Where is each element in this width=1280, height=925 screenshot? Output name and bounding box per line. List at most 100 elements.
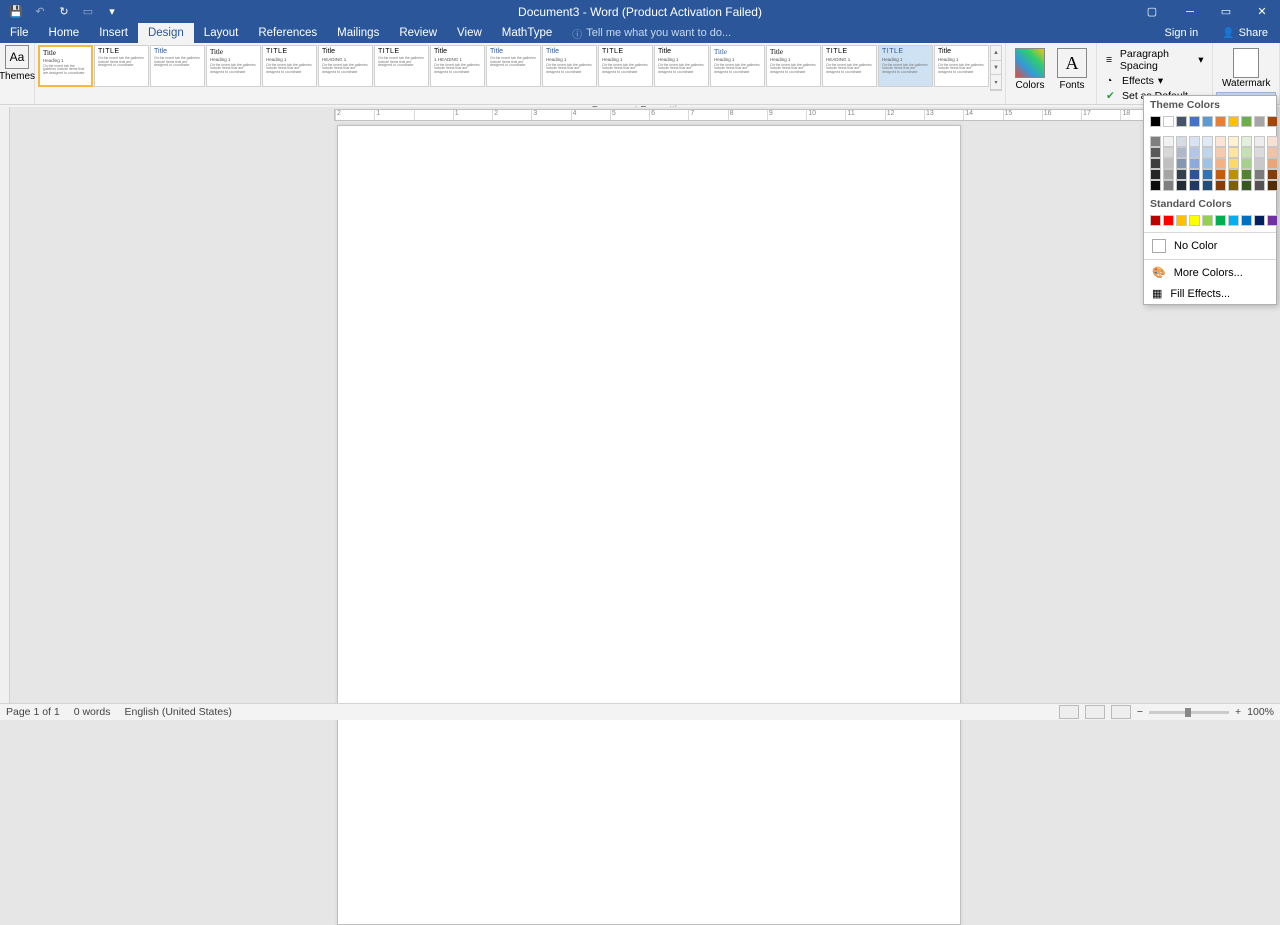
colors-button[interactable]: Colors — [1009, 45, 1051, 102]
style-set-item[interactable]: TITLEHeading 1On the insert tab the gall… — [878, 45, 933, 87]
print-layout-button[interactable] — [1085, 705, 1105, 719]
color-swatch[interactable] — [1267, 180, 1278, 191]
color-swatch[interactable] — [1241, 116, 1252, 127]
color-swatch[interactable] — [1228, 215, 1239, 226]
effects-button[interactable]: ◔Effects ▾ — [1104, 74, 1205, 88]
tab-home[interactable]: Home — [39, 23, 90, 43]
share-button[interactable]: Share — [1210, 23, 1280, 43]
tab-mailings[interactable]: Mailings — [327, 23, 389, 43]
style-set-item[interactable]: TitleHeading 1On the insert tab the gall… — [766, 45, 821, 87]
minimize-button[interactable]: ─ — [1172, 0, 1208, 23]
color-swatch[interactable] — [1215, 116, 1226, 127]
color-swatch[interactable] — [1189, 136, 1200, 147]
word-count[interactable]: 0 words — [74, 706, 111, 718]
page-indicator[interactable]: Page 1 of 1 — [6, 706, 60, 718]
color-swatch[interactable] — [1254, 147, 1265, 158]
color-swatch[interactable] — [1163, 169, 1174, 180]
color-swatch[interactable] — [1150, 180, 1161, 191]
themes-button[interactable]: Aa Themes — [3, 45, 31, 82]
style-set-item[interactable]: TITLEHeading 1On the insert tab the gall… — [598, 45, 653, 87]
undo-icon[interactable]: ↶ — [32, 4, 48, 20]
color-swatch[interactable] — [1267, 147, 1278, 158]
tab-mathtype[interactable]: MathType — [492, 23, 563, 43]
qat-customize-icon[interactable]: ▾ — [104, 4, 120, 20]
color-swatch[interactable] — [1254, 136, 1265, 147]
color-swatch[interactable] — [1228, 116, 1239, 127]
color-swatch[interactable] — [1163, 158, 1174, 169]
style-set-item[interactable]: TitleOn the insert tab the galleries inc… — [150, 45, 205, 87]
style-set-item[interactable]: TITLEHEADING 1On the insert tab the gall… — [822, 45, 877, 87]
color-swatch[interactable] — [1189, 147, 1200, 158]
color-swatch[interactable] — [1241, 147, 1252, 158]
zoom-out-button[interactable]: − — [1137, 706, 1143, 718]
language-indicator[interactable]: English (United States) — [124, 706, 231, 718]
document-page[interactable] — [337, 125, 961, 925]
color-swatch[interactable] — [1254, 169, 1265, 180]
color-swatch[interactable] — [1215, 136, 1226, 147]
color-swatch[interactable] — [1202, 136, 1213, 147]
paragraph-spacing-button[interactable]: ≡Paragraph Spacing ▾ — [1104, 47, 1205, 73]
color-swatch[interactable] — [1267, 169, 1278, 180]
color-swatch[interactable] — [1215, 158, 1226, 169]
color-swatch[interactable] — [1176, 136, 1187, 147]
color-swatch[interactable] — [1163, 147, 1174, 158]
color-swatch[interactable] — [1202, 116, 1213, 127]
color-swatch[interactable] — [1202, 180, 1213, 191]
watermark-button[interactable]: Watermark — [1216, 45, 1276, 92]
color-swatch[interactable] — [1241, 180, 1252, 191]
color-swatch[interactable] — [1254, 215, 1265, 226]
tab-layout[interactable]: Layout — [194, 23, 249, 43]
style-set-item[interactable]: TitleHeading 1On the insert tab the gall… — [38, 45, 93, 87]
color-swatch[interactable] — [1228, 147, 1239, 158]
color-swatch[interactable] — [1189, 180, 1200, 191]
web-layout-button[interactable] — [1111, 705, 1131, 719]
save-icon[interactable]: 💾 — [8, 4, 24, 20]
color-swatch[interactable] — [1241, 169, 1252, 180]
color-swatch[interactable] — [1254, 158, 1265, 169]
color-swatch[interactable] — [1267, 136, 1278, 147]
color-swatch[interactable] — [1241, 158, 1252, 169]
tab-insert[interactable]: Insert — [89, 23, 138, 43]
vertical-ruler[interactable] — [0, 107, 10, 703]
color-swatch[interactable] — [1202, 147, 1213, 158]
color-swatch[interactable] — [1150, 158, 1161, 169]
color-swatch[interactable] — [1163, 116, 1174, 127]
color-swatch[interactable] — [1267, 116, 1278, 127]
color-swatch[interactable] — [1228, 158, 1239, 169]
color-swatch[interactable] — [1189, 158, 1200, 169]
zoom-in-button[interactable]: + — [1235, 706, 1241, 718]
color-swatch[interactable] — [1150, 136, 1161, 147]
color-swatch[interactable] — [1189, 215, 1200, 226]
more-colors-item[interactable]: 🎨More Colors... — [1144, 262, 1276, 283]
color-swatch[interactable] — [1150, 215, 1161, 226]
close-button[interactable]: ✕ — [1244, 0, 1280, 23]
no-color-item[interactable]: No Color — [1144, 235, 1276, 257]
color-swatch[interactable] — [1228, 136, 1239, 147]
sign-in-link[interactable]: Sign in — [1153, 23, 1211, 43]
color-swatch[interactable] — [1228, 180, 1239, 191]
color-swatch[interactable] — [1189, 116, 1200, 127]
style-set-item[interactable]: TitleHeading 1On the insert tab the gall… — [934, 45, 989, 87]
zoom-level[interactable]: 100% — [1247, 706, 1274, 718]
color-swatch[interactable] — [1215, 147, 1226, 158]
zoom-slider[interactable] — [1149, 711, 1229, 714]
style-set-item[interactable]: TitleHeading 1On the insert tab the gall… — [654, 45, 709, 87]
color-swatch[interactable] — [1215, 180, 1226, 191]
fill-effects-item[interactable]: ▦Fill Effects... — [1144, 283, 1276, 304]
tab-references[interactable]: References — [248, 23, 327, 43]
fonts-button[interactable]: A Fonts — [1051, 45, 1093, 102]
style-set-item[interactable]: TITLEOn the insert tab the galleries inc… — [374, 45, 429, 87]
color-swatch[interactable] — [1176, 215, 1187, 226]
maximize-button[interactable]: ▭ — [1208, 0, 1244, 23]
tab-view[interactable]: View — [447, 23, 492, 43]
style-set-item[interactable]: TitleHeading 1On the insert tab the gall… — [710, 45, 765, 87]
color-swatch[interactable] — [1215, 169, 1226, 180]
color-swatch[interactable] — [1228, 169, 1239, 180]
tab-file[interactable]: File — [0, 23, 39, 43]
redo-icon[interactable]: ↻ — [56, 4, 72, 20]
color-swatch[interactable] — [1189, 169, 1200, 180]
horizontal-ruler[interactable]: 2112345678910111213141516171819 — [10, 107, 1280, 123]
color-swatch[interactable] — [1241, 136, 1252, 147]
color-swatch[interactable] — [1163, 136, 1174, 147]
tell-me-search[interactable]: Tell me what you want to do... — [562, 23, 731, 43]
